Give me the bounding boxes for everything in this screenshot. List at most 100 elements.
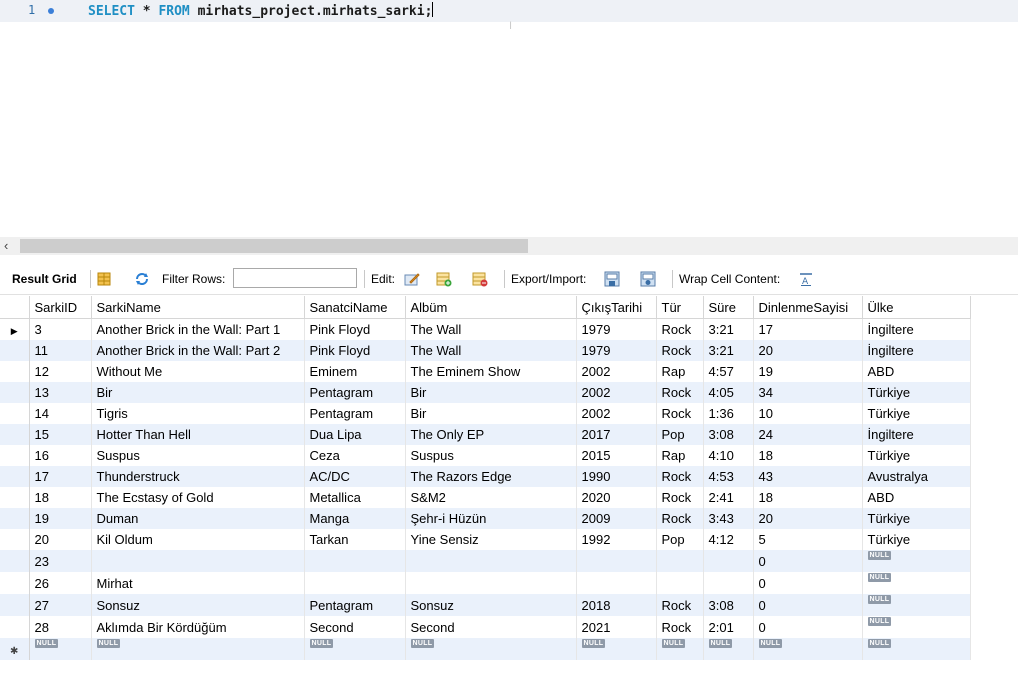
table-cell[interactable]: 5 [753,529,863,550]
table-cell[interactable]: 11 [29,340,92,361]
table-cell[interactable]: 3:21 [703,340,754,361]
table-cell[interactable] [576,572,657,594]
table-cell[interactable]: Pop [656,424,704,445]
table-cell[interactable]: 2009 [576,508,657,529]
table-cell[interactable]: 2015 [576,445,657,466]
new-row[interactable]: ✱ NULL NULL NULL NULL NULL NULL NULL NULL NULL [0,638,971,660]
table-cell[interactable]: 2:01 [703,616,754,638]
table-cell[interactable]: Kil Oldum [91,529,305,550]
table-cell[interactable]: 43 [753,466,863,487]
table-cell[interactable]: Sonsuz [405,594,577,616]
table-cell[interactable]: Türkiye [862,508,971,529]
table-cell[interactable]: 20 [29,529,92,550]
row-indicator[interactable] [0,508,30,529]
table-cell[interactable]: NULL [753,638,863,660]
table-cell[interactable]: 4:57 [703,361,754,382]
table-cell[interactable]: NULL [703,638,754,660]
current-row-icon[interactable]: ▶ [0,318,30,340]
table-cell[interactable]: NULL [91,638,305,660]
table-cell[interactable]: S&M2 [405,487,577,508]
table-row[interactable]: 26 Mirhat 0 NULL [0,572,971,594]
row-indicator[interactable] [0,445,30,466]
row-indicator[interactable] [0,424,30,445]
table-cell[interactable] [656,572,704,594]
table-cell[interactable]: Avustralya [862,466,971,487]
table-cell[interactable]: 2:41 [703,487,754,508]
table-cell[interactable]: Rap [656,361,704,382]
table-cell[interactable]: 17 [29,466,92,487]
table-cell[interactable]: Rock [656,487,704,508]
table-cell[interactable] [576,550,657,572]
scrollbar-thumb[interactable] [20,239,528,253]
table-cell[interactable]: Tarkan [304,529,406,550]
table-cell[interactable]: 4:10 [703,445,754,466]
table-cell[interactable]: Rock [656,616,704,638]
table-cell[interactable]: Türkiye [862,403,971,424]
table-row[interactable]: 23 0 NULL [0,550,971,572]
table-cell[interactable]: The Eminem Show [405,361,577,382]
table-cell[interactable] [304,572,406,594]
table-cell[interactable]: ABD [862,361,971,382]
table-row[interactable]: 13 Bir Pentagram Bir 2002 Rock 4:05 34 Türkiye [0,382,971,403]
table-cell[interactable]: Bir [405,403,577,424]
table-cell[interactable]: 17 [753,318,863,340]
table-cell[interactable]: 13 [29,382,92,403]
column-header[interactable]: SarkiID [29,296,92,319]
table-cell[interactable]: Dua Lipa [304,424,406,445]
table-cell[interactable]: 19 [753,361,863,382]
table-cell[interactable]: 0 [753,616,863,638]
table-row[interactable]: 12 Without Me Eminem The Eminem Show 2002 Rap… [0,361,971,382]
column-header[interactable]: SarkiName [91,296,305,319]
table-row[interactable]: 16 Suspus Ceza Suspus 2015 Rap 4:10 18 Türkiye [0,445,971,466]
table-cell[interactable]: İngiltere [862,424,971,445]
sql-statement[interactable]: SELECT * FROM mirhats_project.mirhats_sa… [88,2,434,19]
table-cell[interactable]: Second [304,616,406,638]
row-indicator[interactable] [0,616,30,638]
table-cell[interactable]: 28 [29,616,92,638]
table-cell[interactable]: İngiltere [862,318,971,340]
row-indicator[interactable] [0,529,30,550]
table-cell[interactable]: 15 [29,424,92,445]
table-cell[interactable]: 34 [753,382,863,403]
table-cell[interactable]: Duman [91,508,305,529]
table-cell[interactable]: NULL [304,638,406,660]
table-cell[interactable]: Ceza [304,445,406,466]
column-header[interactable]: DinlenmeSayisi [753,296,863,319]
table-row[interactable]: 15 Hotter Than Hell Dua Lipa The Only EP 201… [0,424,971,445]
table-cell[interactable] [91,550,305,572]
table-cell[interactable]: Bir [405,382,577,403]
table-cell[interactable] [405,550,577,572]
table-cell[interactable]: 3:43 [703,508,754,529]
table-cell[interactable]: 4:05 [703,382,754,403]
table-cell[interactable]: NULL [862,572,971,594]
table-row[interactable]: 14 Tigris Pentagram Bir 2002 Rock 1:36 10 Türkiy… [0,403,971,424]
table-cell[interactable]: Rock [656,382,704,403]
scroll-left-icon[interactable]: ‹ [4,238,8,253]
table-cell[interactable]: 2002 [576,382,657,403]
table-cell[interactable]: The Wall [405,340,577,361]
table-cell[interactable]: 26 [29,572,92,594]
row-indicator[interactable] [0,382,30,403]
table-cell[interactable]: Eminem [304,361,406,382]
table-cell[interactable]: NULL [405,638,577,660]
table-cell[interactable]: The Razors Edge [405,466,577,487]
table-row[interactable]: 20 Kil Oldum Tarkan Yine Sensiz 1992 Pop 4:12 5… [0,529,971,550]
table-cell[interactable]: 2021 [576,616,657,638]
column-header[interactable]: Ülke [862,296,971,319]
table-cell[interactable]: 20 [753,340,863,361]
table-cell[interactable]: 3:08 [703,594,754,616]
export-icon[interactable] [604,271,620,287]
table-cell[interactable]: The Wall [405,318,577,340]
table-cell[interactable]: NULL [656,638,704,660]
table-cell[interactable]: AC/DC [304,466,406,487]
refresh-icon[interactable] [134,271,150,287]
table-cell[interactable]: Hotter Than Hell [91,424,305,445]
table-cell[interactable]: 1990 [576,466,657,487]
table-cell[interactable]: 1992 [576,529,657,550]
table-cell[interactable]: 4:53 [703,466,754,487]
table-cell[interactable]: Aklımda Bir Kördüğüm [91,616,305,638]
table-cell[interactable]: Rock [656,403,704,424]
row-indicator[interactable] [0,340,30,361]
table-cell[interactable]: NULL [29,638,92,660]
table-cell[interactable]: Sonsuz [91,594,305,616]
